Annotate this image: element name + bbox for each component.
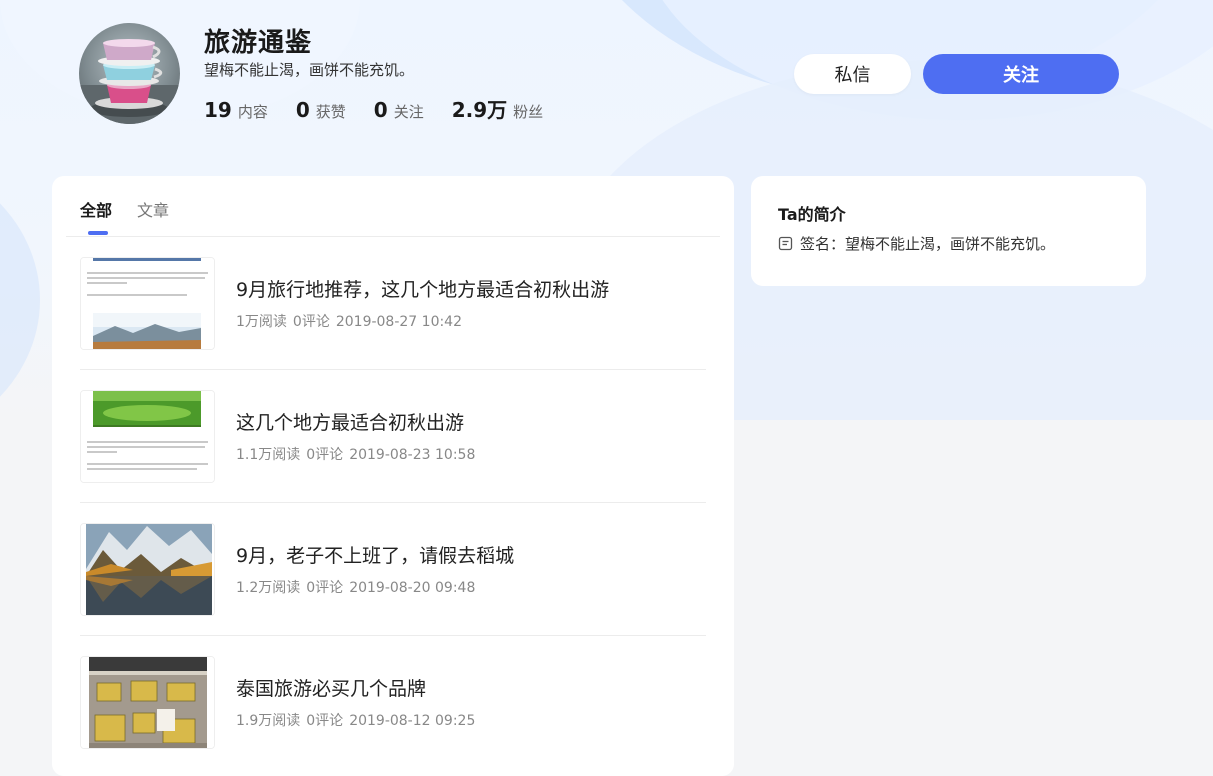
stat-value: 19 — [204, 98, 232, 122]
stat-label: 获赞 — [315, 103, 346, 121]
article-thumbnail[interactable] — [80, 656, 215, 749]
article-date: 2019-08-23 10:58 — [349, 447, 476, 463]
article-date: 2019-08-27 10:42 — [335, 314, 463, 330]
stat-following[interactable]: 0 关注 — [374, 98, 424, 122]
about-title: Ta的简介 — [778, 205, 846, 224]
article-meta: 1.9万阅读 0评论 2019-08-12 09:25 — [236, 710, 481, 730]
signature-text: 望梅不能止渴，画饼不能充饥。 — [845, 235, 1056, 253]
follow-button[interactable]: 关注 — [923, 54, 1119, 94]
profile-name: 旅游通鉴 — [204, 28, 313, 58]
autumn-mountain-lake-photo-icon — [81, 524, 214, 615]
stat-label: 粉丝 — [513, 103, 544, 121]
stat-value: 2.9万 — [451, 98, 508, 122]
article-item[interactable]: 这几个地方最适合初秋出游 1.1万阅读 0评论 2019-08-23 10:58 — [80, 370, 706, 503]
green-meadow-photo-with-text-icon — [81, 391, 214, 482]
article-item[interactable]: 9月，老子不上班了，请假去稻城 1.2万阅读 0评论 2019-08-20 09:4… — [80, 503, 706, 636]
article-reads: 1.9万阅读 — [236, 713, 301, 729]
profile-stats: 19 内容 0 获赞 0 关注 2.9万 粉丝 — [204, 94, 571, 123]
content-tabs: 全部 文章 — [52, 176, 734, 236]
avatar[interactable] — [79, 23, 180, 124]
stat-fans[interactable]: 2.9万 粉丝 — [452, 94, 543, 123]
article-title[interactable]: 9月，老子不上班了，请假去稻城 — [236, 541, 514, 568]
article-date: 2019-08-12 09:25 — [349, 713, 476, 729]
stat-label: 关注 — [393, 103, 424, 121]
article-title[interactable]: 泰国旅游必买几个品牌 — [236, 674, 426, 701]
article-meta: 1.1万阅读 0评论 2019-08-23 10:58 — [236, 444, 481, 464]
stat-value: 0 — [295, 98, 310, 122]
stat-content[interactable]: 19 内容 — [204, 98, 268, 122]
article-comments: 0评论 — [306, 447, 344, 463]
article-thumbnail[interactable] — [80, 390, 215, 483]
article-comments: 0评论 — [306, 713, 344, 729]
content-card: 全部 文章 9月旅行地推荐，这几个地方最适合初秋出游 1万阅读 0评论 2019… — [52, 176, 734, 776]
article-meta: 1万阅读 0评论 2019-08-27 10:42 — [236, 311, 468, 331]
article-thumbnail[interactable] — [80, 523, 215, 616]
document-icon — [778, 236, 793, 251]
article-meta: 1.2万阅读 0评论 2019-08-20 09:48 — [236, 577, 481, 597]
article-reads: 1.2万阅读 — [236, 580, 301, 596]
signature-label: 签名： — [800, 235, 846, 253]
article-title[interactable]: 这几个地方最适合初秋出游 — [236, 408, 464, 435]
article-comments: 0评论 — [292, 314, 330, 330]
stat-value: 0 — [373, 98, 388, 122]
article-reads: 1.1万阅读 — [236, 447, 301, 463]
article-comments: 0评论 — [306, 580, 344, 596]
article-date: 2019-08-20 09:48 — [349, 580, 476, 596]
shop-window-bags-photo-icon — [81, 657, 214, 748]
bg-shape — [0, 150, 40, 420]
about-card: Ta的简介 签名： 望梅不能止渴，画饼不能充饥。 — [751, 176, 1146, 286]
stat-label: 内容 — [237, 103, 268, 121]
profile-motto: 望梅不能止渴，画饼不能充饥。 — [204, 61, 415, 79]
article-reads: 1万阅读 — [236, 314, 287, 330]
signature-row: 签名： 望梅不能止渴，画饼不能充饥。 — [778, 233, 1055, 254]
article-thumbnail[interactable] — [80, 257, 215, 350]
text-with-mountain-lake-photo-icon — [81, 258, 214, 349]
tab-all[interactable]: 全部 — [80, 197, 112, 221]
article-item[interactable]: 泰国旅游必买几个品牌 1.9万阅读 0评论 2019-08-12 09:25 — [80, 636, 706, 769]
teacup-stack-avatar-icon — [79, 39, 180, 124]
message-button[interactable]: 私信 — [794, 54, 911, 94]
tab-articles[interactable]: 文章 — [137, 197, 169, 221]
article-title[interactable]: 9月旅行地推荐，这几个地方最适合初秋出游 — [236, 275, 609, 302]
article-item[interactable]: 9月旅行地推荐，这几个地方最适合初秋出游 1万阅读 0评论 2019-08-27 1… — [80, 237, 706, 370]
active-tab-indicator — [88, 231, 108, 235]
stat-likes: 0 获赞 — [296, 98, 346, 122]
